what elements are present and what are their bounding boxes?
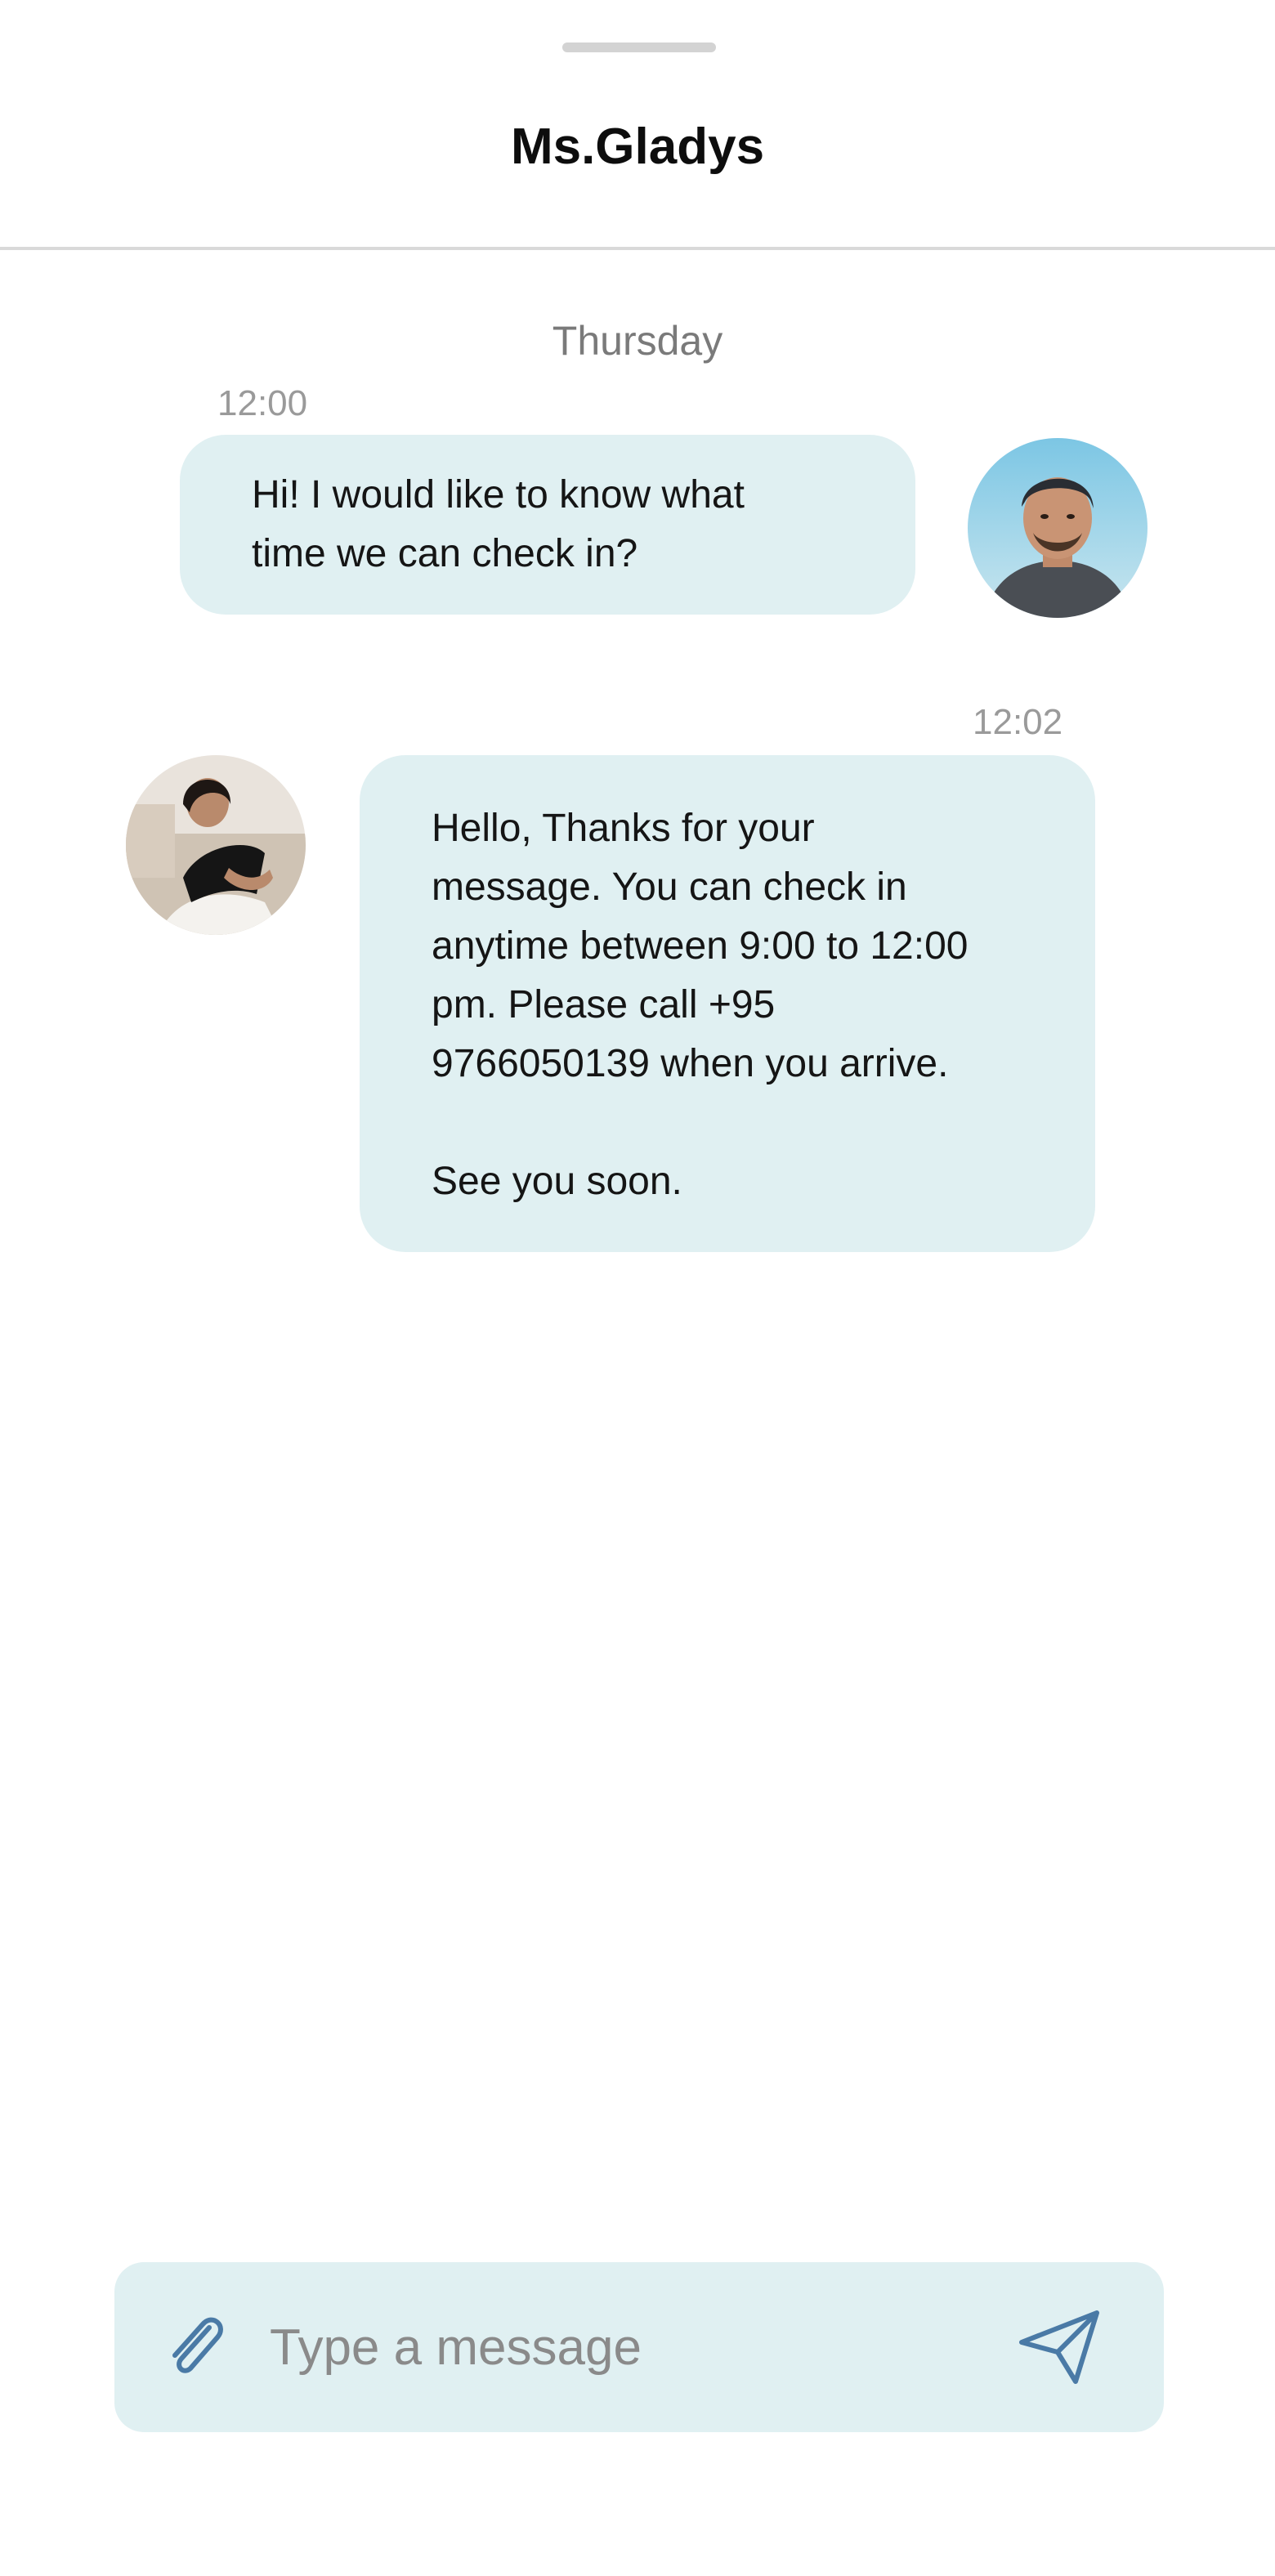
message-bubble-received: Hello, Thanks for your message. You can … [360,755,1095,1252]
sheet-grab-handle[interactable] [562,42,716,52]
message-bubble-sent: Hi! I would like to know what time we ca… [180,435,915,615]
paperclip-icon[interactable] [159,2311,232,2385]
host-avatar[interactable] [126,755,306,935]
user-avatar-icon [968,438,1148,618]
user-avatar[interactable] [968,438,1148,618]
day-separator: Thursday [552,318,723,364]
header-divider [0,247,1275,250]
chat-title: Ms.Gladys [510,119,765,175]
message-timestamp: 12:02 [973,702,1063,742]
message-timestamp: 12:00 [217,383,308,423]
send-icon[interactable] [1015,2306,1105,2388]
message-input[interactable] [270,2298,989,2396]
host-avatar-icon [126,755,306,935]
message-composer [114,2262,1164,2432]
